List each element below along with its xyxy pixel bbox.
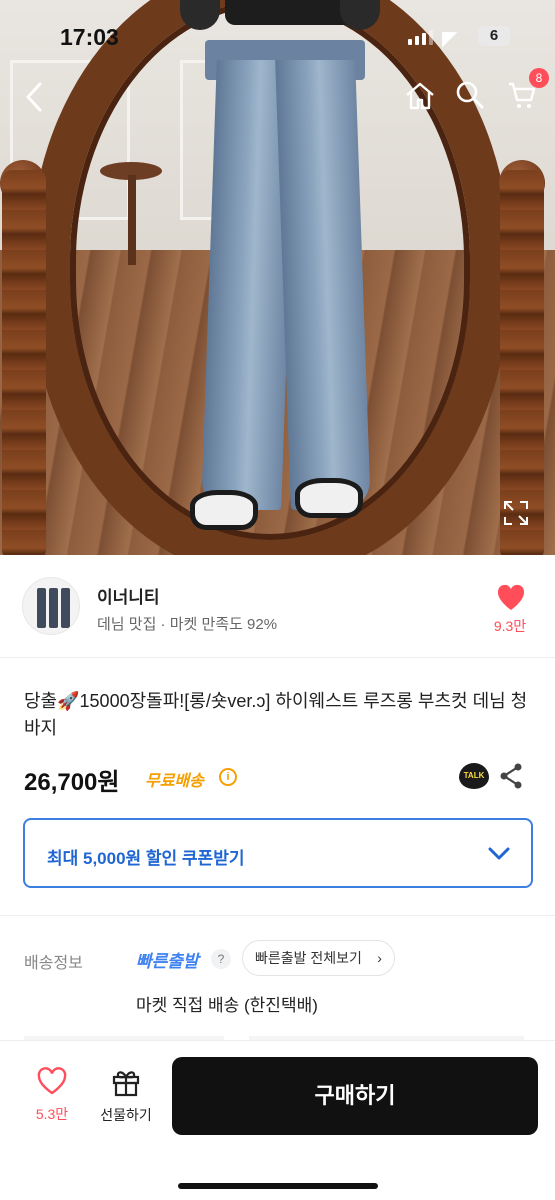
- photo-post: [500, 170, 544, 555]
- seller-name[interactable]: 이너니티: [97, 583, 160, 608]
- free-shipping-label: 무료배송: [145, 773, 204, 790]
- battery-icon: 6: [478, 26, 510, 46]
- heart-icon[interactable]: [495, 582, 527, 612]
- photo-shoe: [190, 490, 258, 530]
- status-bar: 17:03 ◤ 6: [0, 0, 555, 70]
- shipping-label: 배송정보: [24, 955, 83, 972]
- coupon-label: 최대 5,000원 할인 쿠폰받기: [47, 849, 245, 868]
- fast-shipping-view-all-label: 빠른출발 전체보기: [255, 950, 362, 966]
- expand-icon[interactable]: [503, 500, 529, 526]
- signal-icon: [408, 30, 433, 45]
- seller-row[interactable]: 이너니티 데님 맛집 · 마켓 만족도 92% 9.3만: [0, 555, 555, 658]
- search-icon[interactable]: [455, 80, 485, 110]
- coupon-button[interactable]: 최대 5,000원 할인 쿠폰받기: [23, 818, 533, 888]
- like-button[interactable]: 5.3만: [30, 1067, 74, 1124]
- back-icon[interactable]: [22, 80, 46, 114]
- product-title: 당출🚀15000장돌파![롱/숏ver.ↄ] 하이웨스트 루즈롱 부츠컷 데님 …: [24, 691, 528, 738]
- home-indicator[interactable]: [178, 1183, 378, 1189]
- buy-button[interactable]: 구매하기: [172, 1057, 538, 1135]
- seller-like-count: 9.3만: [493, 618, 527, 634]
- section-divider: [0, 915, 555, 916]
- kakao-talk-icon[interactable]: TALK: [459, 763, 489, 789]
- gift-button[interactable]: 선물하기: [92, 1067, 160, 1125]
- status-time: 17:03: [60, 24, 119, 50]
- bottom-action-bar: 5.3만 선물하기 구매하기: [0, 1040, 555, 1200]
- shipping-detail: 마켓 직접 배송 (한진택배): [136, 996, 318, 1015]
- wifi-icon: ◤: [442, 28, 458, 50]
- heart-icon: [37, 1067, 67, 1095]
- photo-jeans-leg: [275, 60, 371, 510]
- photo-post: [2, 170, 46, 555]
- product-price: 26,700원: [24, 769, 120, 796]
- fast-shipping-view-all-button[interactable]: 빠른출발 전체보기 ›: [242, 940, 395, 976]
- home-icon[interactable]: [404, 80, 436, 112]
- fast-shipping-label: 빠른출발: [136, 952, 199, 971]
- like-count: 5.3만: [35, 1106, 69, 1122]
- gift-icon: [112, 1071, 140, 1097]
- cart-count-badge: 8: [529, 68, 549, 88]
- photo-jeans: [201, 20, 371, 510]
- share-icon[interactable]: [498, 762, 524, 790]
- help-icon[interactable]: ?: [211, 949, 231, 969]
- seller-meta: 데님 맛집 · 마켓 만족도 92%: [97, 616, 278, 633]
- gift-label: 선물하기: [100, 1107, 152, 1123]
- chevron-down-icon: [488, 847, 510, 860]
- chevron-right-icon: ›: [377, 950, 382, 966]
- photo-shoe: [295, 478, 363, 518]
- info-icon[interactable]: i: [219, 768, 237, 786]
- seller-avatar[interactable]: [22, 577, 80, 635]
